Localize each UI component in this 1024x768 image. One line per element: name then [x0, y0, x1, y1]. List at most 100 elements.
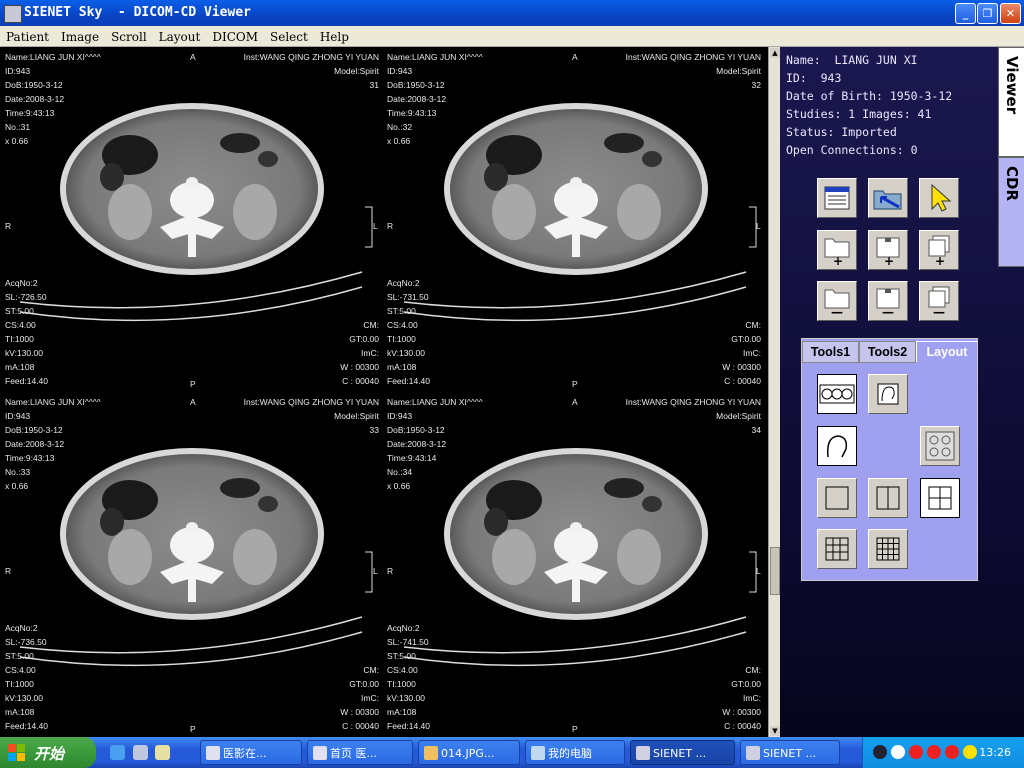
orientation-right: L — [756, 566, 761, 576]
overlay-acquisition: AcqNo:2 SL:-741.50 ST:5.00 CS:4.00 TI:10… — [387, 623, 431, 731]
head-icon — [826, 435, 848, 458]
orientation-bottom: P — [572, 724, 578, 734]
layout-3x3-button[interactable] — [817, 529, 857, 569]
overlay-patient-info: Name:LIANG JUN XI^^^^ ID:943 DoB:1950-3-… — [387, 397, 483, 491]
tab-tools2[interactable]: Tools2 — [859, 341, 916, 363]
grid-1x1-icon — [825, 486, 849, 510]
minus-icon: — — [933, 305, 945, 319]
remove-image-button[interactable]: — — [919, 281, 959, 321]
image-panel[interactable]: Name:LIANG JUN XI^^^^ ID:943 DoB:1950-3-… — [384, 392, 766, 735]
remove-series-button[interactable]: — — [868, 281, 908, 321]
tab-cdr[interactable]: CDR — [998, 157, 1024, 267]
orientation-left: R — [387, 221, 394, 231]
maximize-button[interactable]: ❐ — [977, 3, 998, 24]
menu-scroll[interactable]: Scroll — [105, 27, 153, 44]
menu-patient[interactable]: Patient — [0, 27, 55, 44]
orientation-bottom: P — [572, 379, 578, 389]
add-series-button[interactable]: + — [868, 230, 908, 270]
layout-1x1-button[interactable] — [817, 478, 857, 518]
menu-select[interactable]: Select — [264, 27, 314, 44]
taskbar-item[interactable]: SIENET ... — [740, 740, 840, 765]
tab-tools1[interactable]: Tools1 — [802, 341, 859, 363]
window-title-bar: SIENET Sky - DICOM-CD Viewer _ ❐ ✕ — [0, 0, 1024, 26]
layout-single-head-button[interactable] — [817, 426, 857, 466]
menu-image[interactable]: Image — [55, 27, 105, 44]
overlay-patient-info: Name:LIANG JUN XI^^^^ ID:943 DoB:1950-3-… — [5, 52, 101, 146]
orientation-bottom: P — [190, 724, 196, 734]
overlay-acquisition: AcqNo:2 SL:-726.50 ST:5.00 CS:4.00 TI:10… — [5, 278, 49, 386]
orientation-top: A — [572, 397, 578, 407]
window-title: SIENET Sky - DICOM-CD Viewer — [24, 5, 251, 20]
orientation-bottom: P — [190, 379, 196, 389]
tools-panel: Tools1 Tools2 Layout — [801, 338, 978, 581]
menu-layout[interactable]: Layout — [153, 27, 207, 44]
app-icon — [746, 746, 760, 760]
grid-1x2-icon — [876, 486, 900, 510]
pointer-tool-button[interactable] — [919, 178, 959, 218]
orientation-left: R — [387, 566, 394, 576]
image-panel[interactable]: Name:LIANG JUN XI^^^^ ID:943 DoB:1950-3-… — [0, 392, 382, 735]
ie-quicklaunch-icon[interactable] — [110, 745, 125, 760]
layout-multi-head-button[interactable] — [817, 374, 857, 414]
menu-help[interactable]: Help — [314, 27, 355, 44]
overlay-acquisition: AcqNo:2 SL:-731.50 ST:5.00 CS:4.00 TI:10… — [387, 278, 431, 386]
minus-icon: — — [882, 305, 894, 319]
tab-layout[interactable]: Layout — [916, 341, 977, 362]
layout-2x2-button[interactable] — [920, 478, 960, 518]
close-button[interactable]: ✕ — [1000, 3, 1021, 24]
overlay-window-level: CM: GT:0.00 ImC: W : 00300 C : 00040 — [340, 665, 379, 731]
qq-icon[interactable] — [927, 745, 941, 759]
layout-1x2-button[interactable] — [868, 478, 908, 518]
overlay-institution: Inst:WANG QING ZHONG YI YUAN Model:Spiri… — [243, 397, 379, 435]
scroll-up-arrow[interactable]: ▲ — [770, 48, 780, 58]
orientation-right: L — [373, 566, 378, 576]
plus-icon: + — [883, 254, 894, 268]
add-image-button[interactable]: + — [919, 230, 959, 270]
layout-head-zoom-button[interactable] — [868, 374, 908, 414]
chevron-left-icon[interactable] — [891, 745, 905, 759]
remove-study-button[interactable]: — — [817, 281, 857, 321]
orientation-right: L — [373, 221, 378, 231]
start-label: 开始 — [34, 745, 65, 763]
side-panel: Name: LIANG JUN XI ID: 943 Date of Birth… — [780, 47, 1024, 737]
network-icon[interactable] — [963, 745, 977, 759]
taskbar: 开始 医影在... 首页 医... 014.JPG... 我的电脑 SIENET… — [0, 737, 1024, 768]
list-icon — [824, 186, 850, 210]
orientation-top: A — [190, 397, 196, 407]
image-panel[interactable]: Name:LIANG JUN XI^^^^ ID:943 DoB:1950-3-… — [0, 47, 382, 390]
patient-info: Name: LIANG JUN XI ID: 943 Date of Birth… — [786, 53, 953, 157]
tab-viewer[interactable]: Viewer — [998, 47, 1024, 157]
image-panel[interactable]: Name:LIANG JUN XI^^^^ ID:943 DoB:1950-3-… — [384, 47, 766, 390]
taskbar-item[interactable]: 医影在... — [200, 740, 302, 765]
orientation-right: L — [756, 221, 761, 231]
overlay-acquisition: AcqNo:2 SL:-736.50 ST:5.00 CS:4.00 TI:10… — [5, 623, 49, 731]
taskbar-item[interactable]: 首页 医... — [307, 740, 413, 765]
overlay-window-level: CM: GT:0.00 ImC: W : 00300 C : 00040 — [722, 665, 761, 731]
open-folder-button[interactable] — [868, 178, 908, 218]
plus-icon: + — [934, 254, 945, 268]
image-file-icon — [424, 746, 438, 760]
scroll-thumb[interactable] — [770, 547, 780, 595]
scroll-down-arrow[interactable]: ▼ — [770, 726, 780, 736]
overlay-institution: Inst:WANG QING ZHONG YI YUAN Model:Spiri… — [625, 52, 761, 90]
minimize-button[interactable]: _ — [955, 3, 976, 24]
image-viewer[interactable]: Name:LIANG JUN XI^^^^ ID:943 DoB:1950-3-… — [0, 47, 768, 737]
qq-icon[interactable] — [945, 745, 959, 759]
add-study-button[interactable]: + — [817, 230, 857, 270]
grid-4x4-icon — [876, 537, 900, 561]
head-zoom-icon — [877, 383, 899, 405]
start-button[interactable]: 开始 — [0, 737, 96, 768]
layout-compare-heads-button[interactable] — [920, 426, 960, 466]
explorer-quicklaunch-icon[interactable] — [155, 745, 170, 760]
orientation-left: R — [5, 221, 12, 231]
patient-list-button[interactable] — [817, 178, 857, 218]
taskbar-item[interactable]: 我的电脑 — [525, 740, 625, 765]
media-quicklaunch-icon[interactable] — [133, 745, 148, 760]
taskbar-item[interactable]: 014.JPG... — [418, 740, 520, 765]
layout-4x4-button[interactable] — [868, 529, 908, 569]
menu-dicom[interactable]: DICOM — [206, 27, 264, 44]
taskbar-item-active[interactable]: SIENET ... — [630, 740, 735, 765]
minus-icon: — — [831, 305, 843, 319]
keyboard-icon[interactable] — [873, 745, 887, 759]
qq-icon[interactable] — [909, 745, 923, 759]
